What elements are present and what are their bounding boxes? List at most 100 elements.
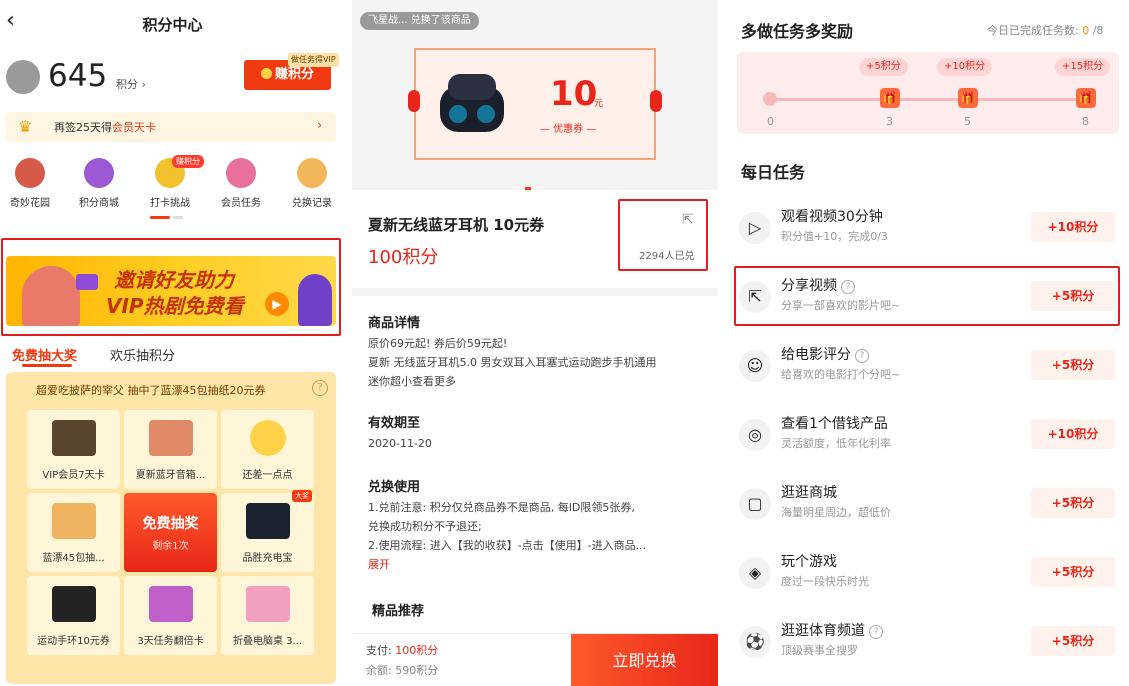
avatar[interactable]	[6, 60, 40, 94]
task-browse-shop: ▢ 逛逛商城 海量明星周边，超低价 +5积分	[737, 476, 1119, 532]
redeem-toast: 飞星战... 兑换了该商品	[360, 12, 479, 30]
prize-cell: 夏新蓝牙音箱...	[124, 410, 217, 489]
megaphone-icon	[76, 274, 98, 290]
entry-exchange-record[interactable]: 兑换记录	[279, 158, 345, 209]
balance: 余额: 590积分	[366, 664, 439, 677]
person-illustration	[298, 274, 332, 326]
band-icon	[51, 586, 96, 622]
product-title: 夏新无线蓝牙耳机 10元券	[368, 216, 545, 234]
prize-cell: 大奖 品胜充电宝	[221, 490, 314, 572]
sports-icon: ⚽	[739, 626, 771, 658]
checkin-text: 再签25天得会员天卡	[54, 121, 156, 134]
draw-remaining: 剩余1次	[152, 541, 189, 552]
loan-icon: ◎	[739, 419, 771, 451]
desk-icon	[245, 586, 290, 622]
task-reward-button[interactable]: +5积分	[1031, 350, 1115, 380]
task-reward-button[interactable]: +10积分	[1031, 419, 1115, 449]
coupon-notch	[408, 90, 420, 112]
redeem-now-button[interactable]: 立即兑换	[571, 634, 718, 686]
reward-bubble: +15积分	[1055, 58, 1111, 76]
invite-banner[interactable]: 邀请好友助力 VIP热剧免费看 ▶	[6, 256, 336, 326]
free-draw-button[interactable]: 免费抽奖 剩余1次	[124, 493, 217, 572]
task-reward-button[interactable]: +10积分	[1031, 212, 1115, 242]
divider	[352, 288, 718, 296]
face-icon	[249, 420, 286, 456]
track-tick: 8	[1082, 115, 1089, 128]
entry-vip-task[interactable]: 会员任务	[208, 158, 274, 209]
vip-card-icon	[51, 420, 96, 456]
page-title: 积分中心	[142, 16, 203, 34]
garden-icon	[15, 158, 45, 188]
tab-fun-points[interactable]: 欢乐抽积分	[110, 345, 175, 364]
banner-line2: VIP热剧免费看	[106, 294, 244, 318]
crown-icon: ♛	[18, 117, 33, 136]
double-card-icon	[148, 586, 193, 622]
entry-garden[interactable]: 奇妙花园	[0, 158, 63, 209]
help-icon[interactable]: ?	[855, 349, 869, 363]
track-tick: 5	[964, 115, 971, 128]
reward-bubble: +10积分	[937, 58, 993, 76]
task-sports-channel: ⚽ 逛逛体育频道? 顶级赛事全搜罗 +5积分	[737, 614, 1119, 670]
lottery-message: 超爱吃披萨的宰父 抽中了蓝漂45包抽纸20元券	[36, 384, 266, 397]
task-panel: 多做任务多奖励 今日已完成任务数: 0 /8 🎁 🎁 🎁 +5积分 +10积分 …	[725, 0, 1129, 686]
entry-points-mall[interactable]: 积分商城	[66, 158, 132, 209]
points-balance: 645	[48, 58, 108, 94]
chevron-right-icon: ›	[317, 118, 322, 132]
tab-underline	[22, 364, 72, 367]
help-icon[interactable]: ?	[841, 280, 855, 294]
task-reward-button[interactable]: +5积分	[1031, 488, 1115, 518]
carousel-indicator	[525, 187, 531, 190]
track-line	[767, 98, 1087, 101]
track-tick: 0	[767, 115, 774, 128]
pay-amount: 支付: 100积分	[366, 644, 439, 657]
earbuds-icon	[440, 74, 504, 132]
task-view-loan: ◎ 查看1个借钱产品 灵活额度，低年化利率 +10积分	[737, 407, 1119, 463]
track-tick: 3	[886, 115, 893, 128]
points-unit-link[interactable]: 积分 ›	[116, 76, 146, 92]
gift-icon[interactable]: 🎁	[880, 88, 900, 108]
coupon-unit: 元	[594, 99, 604, 109]
task-share-video: ⇱ 分享视频? 分享一部喜欢的影片吧~ +5积分	[737, 269, 1119, 325]
draw-title: 免费抽奖	[142, 516, 199, 532]
task-reward-button[interactable]: +5积分	[1031, 281, 1115, 311]
coupon-label: — 优惠券 —	[540, 124, 597, 135]
power-bank-icon	[245, 503, 290, 539]
page-indicator	[173, 216, 183, 219]
task-progress: 今日已完成任务数: 0 /8	[987, 24, 1104, 37]
vip-task-icon	[226, 158, 256, 188]
points-mall-icon	[84, 158, 114, 188]
details-title: 商品详情	[368, 316, 421, 331]
share-icon: ⇱	[739, 281, 771, 313]
daily-tasks-title: 每日任务	[741, 163, 806, 182]
coupon-card: 10 元 — 优惠券 —	[408, 48, 662, 160]
rating-icon: ☺	[739, 350, 771, 382]
prize-cell: 蓝漂45包抽...	[27, 493, 120, 572]
tab-free-lottery[interactable]: 免费抽大奖	[12, 345, 77, 364]
banner-line1: 邀请好友助力	[114, 268, 234, 292]
entry-badge: 赚积分	[172, 155, 204, 168]
shop-icon: ▢	[739, 488, 771, 520]
track-node	[763, 92, 777, 106]
game-icon: ◈	[739, 557, 771, 589]
coupon-notch	[650, 90, 662, 112]
gift-icon[interactable]: 🎁	[1076, 88, 1096, 108]
recommend-title: 精品推荐	[372, 604, 425, 619]
prize-cell: 运动手环10元券	[27, 576, 120, 655]
task-reward-button[interactable]: +5积分	[1031, 626, 1115, 656]
coin-icon	[260, 68, 272, 79]
page-indicator-active	[150, 216, 170, 219]
task-play-game: ◈ 玩个游戏 度过一段快乐时光 +5积分	[737, 545, 1119, 601]
task-watch-video: ▷ 观看视频30分钟 积分值+10，完成0/3 +10积分	[737, 200, 1119, 256]
expand-link[interactable]: 展开	[368, 555, 706, 574]
share-icon[interactable]: ⇱	[682, 212, 700, 230]
usage-title: 兑换使用	[368, 480, 421, 495]
task-reward-button[interactable]: +5积分	[1031, 557, 1115, 587]
checkin-bar[interactable]: ♛ 再签25天得会员天卡 ›	[6, 112, 336, 142]
checkout-bar: 支付: 100积分 余额: 590积分 立即兑换	[352, 633, 718, 686]
prize-cell: 还差一点点	[221, 410, 314, 489]
help-icon[interactable]: ?	[312, 380, 328, 396]
gift-icon[interactable]: 🎁	[958, 88, 978, 108]
exchange-record-icon	[297, 158, 327, 188]
usage-body: 1.兑前注意: 积分仅兑商品券不是商品, 每ID限领5张券, 兑换成功积分不予退…	[368, 498, 706, 574]
help-icon[interactable]: ?	[869, 625, 883, 639]
